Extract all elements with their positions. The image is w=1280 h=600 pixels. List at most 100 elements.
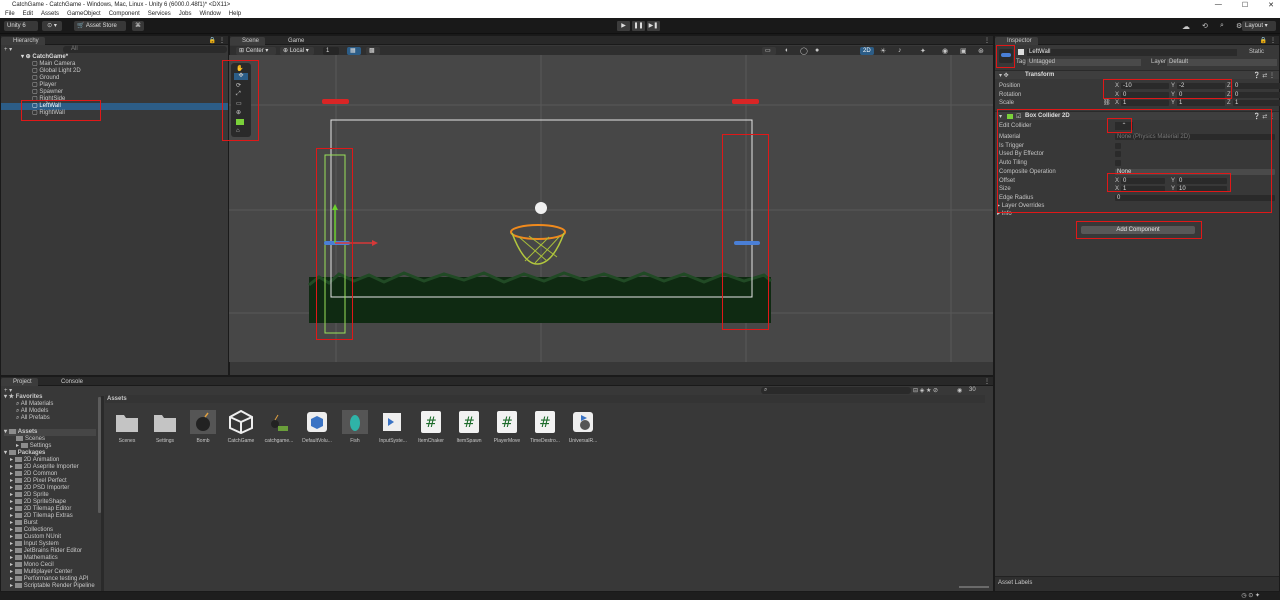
active-checkbox[interactable] xyxy=(1018,49,1024,55)
favorites-folder[interactable]: ▾ ★ Favorites xyxy=(4,394,42,401)
menu-assets[interactable]: Assets xyxy=(41,10,59,18)
snap-increment-icon[interactable]: ▩ xyxy=(366,47,380,55)
status-icons[interactable]: ◷ ⊙ ✦ xyxy=(1241,592,1260,599)
gizmos-icon[interactable]: ⊛ xyxy=(978,47,984,55)
camera-icon[interactable]: ▣ xyxy=(960,47,967,55)
asset-tile[interactable]: # ItemChaker xyxy=(414,410,448,444)
sphere-icon[interactable]: ● xyxy=(815,47,819,54)
project-search-input[interactable]: ⌕ xyxy=(761,387,911,394)
asset-store-button[interactable]: 🛒 Asset Store xyxy=(74,21,126,31)
link-icon[interactable]: ⛓ xyxy=(1103,99,1111,107)
menu-edit[interactable]: Edit xyxy=(23,10,33,18)
package-icon[interactable]: ⌘ xyxy=(132,21,144,31)
menu-services[interactable]: Services xyxy=(148,10,171,18)
search-icon[interactable]: ⌕ xyxy=(1220,22,1224,30)
close-button[interactable]: ✕ xyxy=(1268,1,1274,9)
tree-scrollbar[interactable] xyxy=(98,397,101,513)
shaded-icon[interactable]: ◐ xyxy=(785,47,789,54)
hierarchy-item[interactable]: ▢ Global Light 2D xyxy=(1,68,228,75)
asset-tile[interactable]: Fish xyxy=(338,410,372,444)
asset-tile[interactable]: CatchGame xyxy=(224,409,258,444)
package-item[interactable]: ▸ Mathematics xyxy=(10,555,58,562)
visibility-icon[interactable]: ◉ xyxy=(957,387,962,394)
more-icon[interactable]: ⋮ xyxy=(984,37,990,44)
tab-console[interactable]: Console xyxy=(49,378,89,386)
breadcrumb[interactable]: Assets xyxy=(107,396,127,402)
zoom-slider[interactable] xyxy=(959,586,989,588)
minimize-button[interactable]: — xyxy=(1215,1,1222,9)
2d-mode-toggle[interactable]: 2D xyxy=(860,47,874,55)
asset-tile[interactable]: Scenes xyxy=(110,410,144,444)
layout-dropdown[interactable]: Layout ▾ xyxy=(1242,21,1276,31)
project-add-button[interactable]: + ▾ xyxy=(4,387,12,394)
lock-icon[interactable]: 🔒 xyxy=(209,37,216,44)
menu-jobs[interactable]: Jobs xyxy=(179,10,192,18)
favorite-item[interactable]: ⌕ All Models xyxy=(16,408,48,415)
transform-header[interactable]: ▾ ✥ Transform ❔ ⇄ ⋮ xyxy=(995,70,1279,79)
more-icon[interactable]: ⋮ xyxy=(219,37,225,44)
asset-tile[interactable]: DefaultVolu... xyxy=(300,410,334,444)
assets-folder[interactable]: ▾ Assets xyxy=(4,429,96,436)
asset-tile[interactable]: # PlayerMove xyxy=(490,410,524,444)
tab-scene[interactable]: Scene xyxy=(230,37,266,45)
hierarchy-item[interactable]: ▢ Main Camera xyxy=(1,61,228,68)
favorite-item[interactable]: ⌕ All Prefabs xyxy=(16,415,50,422)
asset-tile[interactable]: Settings xyxy=(148,410,182,444)
rotation-z-field[interactable]: 0 xyxy=(1233,92,1280,98)
menu-component[interactable]: Component xyxy=(109,10,140,18)
history-icon[interactable]: ⟲ xyxy=(1202,22,1208,30)
asset-tile[interactable]: # ItemSpawn xyxy=(452,410,486,444)
cloud-icon[interactable]: ☁ xyxy=(1182,22,1190,31)
wireframe-icon[interactable]: ◯ xyxy=(800,47,808,55)
scale-z-field[interactable]: 1 xyxy=(1233,100,1280,106)
package-item[interactable]: ▸ 2D Tilemap Extras xyxy=(10,513,73,520)
package-item[interactable]: ▸ Burst xyxy=(10,520,38,527)
pivot-dropdown[interactable]: ⊞ Center ▾ xyxy=(236,47,276,55)
space-dropdown[interactable]: ⊕ Local ▾ xyxy=(280,47,314,55)
asset-tile[interactable]: # TimeDestro... xyxy=(528,410,562,444)
asset-tile[interactable]: UniversalR... xyxy=(566,410,600,444)
more-icon[interactable]: ⋮ xyxy=(984,378,990,385)
audio-icon[interactable]: ♪ xyxy=(898,47,902,54)
component-menu-icon[interactable]: ❔ ⇄ ⋮ xyxy=(1253,72,1275,79)
splitter[interactable] xyxy=(101,396,104,591)
menu-help[interactable]: Help xyxy=(229,10,241,18)
asset-tile[interactable]: Bomb xyxy=(186,410,220,444)
lock-icon[interactable]: 🔒 xyxy=(1260,37,1267,44)
effects-icon[interactable]: ✦ xyxy=(920,47,926,55)
package-item[interactable]: ▸ 2D Common xyxy=(10,471,57,478)
menu-gameobject[interactable]: GameObject xyxy=(67,10,101,18)
static-toggle[interactable]: Static xyxy=(1249,49,1264,56)
add-button[interactable]: + ▾ xyxy=(4,46,18,53)
package-item[interactable]: ▸ 2D Animation xyxy=(10,457,59,464)
account-button[interactable]: Unity 6 xyxy=(4,21,38,31)
hierarchy-item[interactable]: ▢ Spawner xyxy=(1,89,228,96)
scale-x-field[interactable]: 1 xyxy=(1121,100,1169,106)
scale-y-field[interactable]: 1 xyxy=(1177,100,1225,106)
package-item[interactable]: ▸ Scriptable Render Pipeline xyxy=(10,583,95,590)
package-item[interactable]: ▸ Custom NUnit xyxy=(10,534,61,541)
hierarchy-item[interactable]: ▢ Player xyxy=(1,82,228,89)
menu-window[interactable]: Window xyxy=(199,10,220,18)
asset-tile[interactable]: InputSyste... xyxy=(376,410,410,444)
package-item[interactable]: ▸ Mono Cecil xyxy=(10,562,54,569)
package-item[interactable]: ▸ Multiplayer Center xyxy=(10,569,72,576)
position-z-field[interactable]: 0 xyxy=(1233,83,1280,89)
hierarchy-search-input[interactable]: All xyxy=(63,46,227,53)
asset-tile[interactable]: catchgame... xyxy=(262,410,296,444)
step-button[interactable]: ▶❚ xyxy=(647,21,660,31)
grid-size-input[interactable]: 1 xyxy=(323,47,339,55)
package-item[interactable]: ▸ 2D PSD Importer xyxy=(10,485,69,492)
package-item[interactable]: ▸ Input System xyxy=(10,541,59,548)
draw-mode-icon[interactable]: ▭ xyxy=(762,47,776,55)
tag-dropdown[interactable]: Untagged xyxy=(1027,59,1141,66)
package-item[interactable]: ▸ 2D Aseprite Importer xyxy=(10,464,79,471)
package-item[interactable]: ▸ 2D Pixel Perfect xyxy=(10,478,67,485)
object-name-field[interactable]: LeftWall xyxy=(1027,49,1237,56)
lighting-icon[interactable]: ☀ xyxy=(880,47,886,55)
menu-file[interactable]: File xyxy=(5,10,15,18)
package-item[interactable]: ▸ 2D Sprite xyxy=(10,492,49,499)
visibility-icon[interactable]: ◉ xyxy=(942,47,948,55)
tab-project[interactable]: Project xyxy=(1,378,38,386)
play-button[interactable]: ▶ xyxy=(617,21,630,31)
